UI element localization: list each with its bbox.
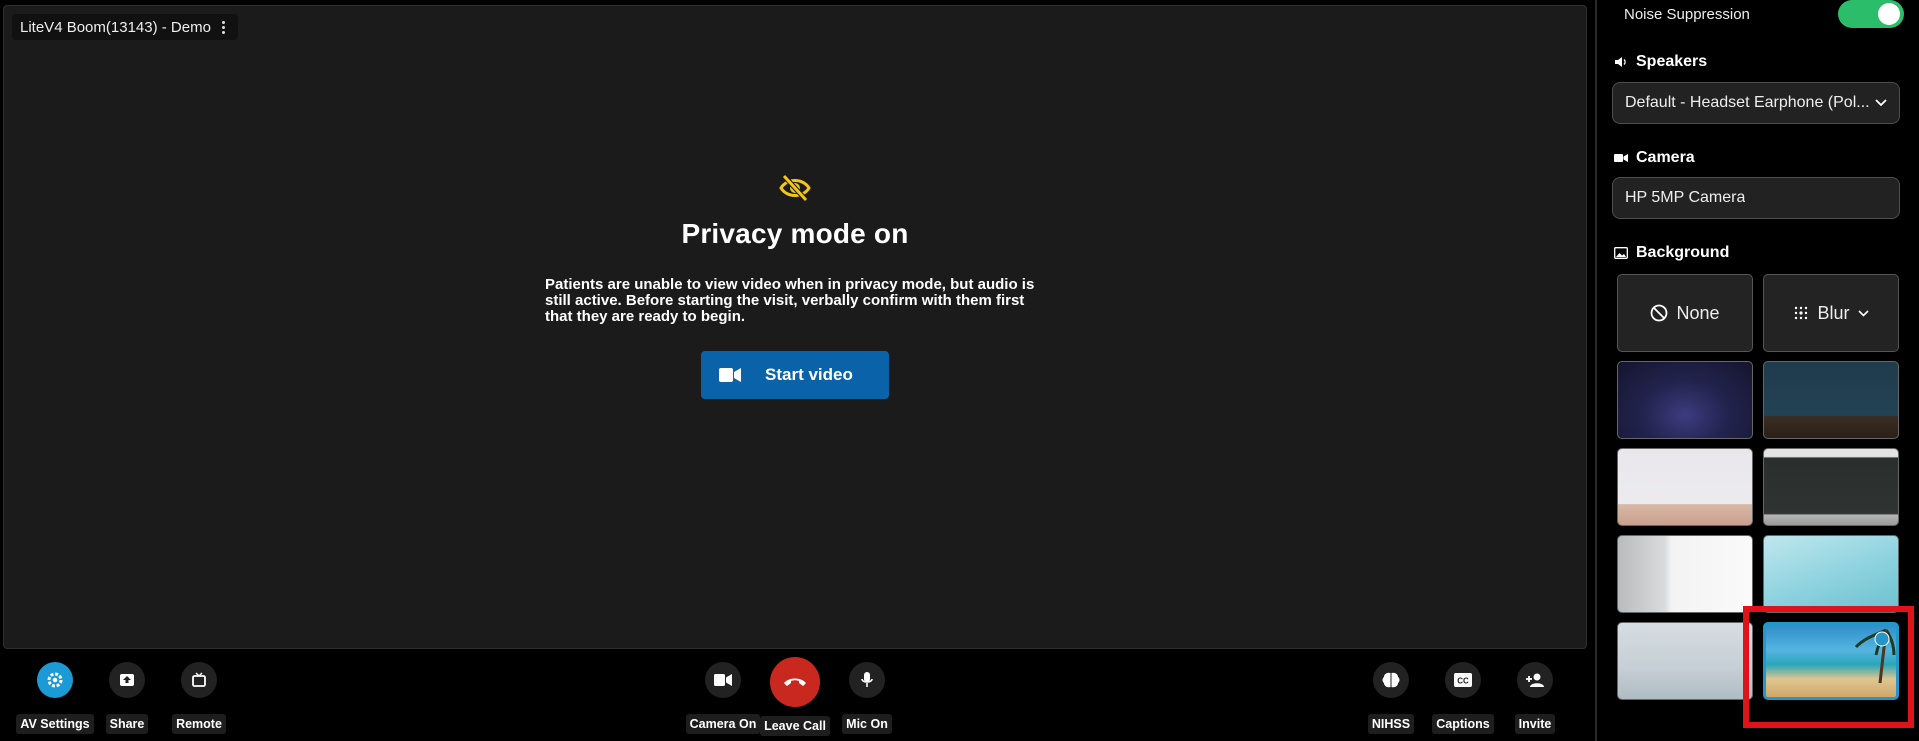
- start-video-button[interactable]: Start video: [701, 351, 889, 399]
- background-thumb-light-blue[interactable]: [1763, 535, 1899, 613]
- share-button[interactable]: [109, 662, 145, 698]
- background-thumb-grey[interactable]: [1617, 622, 1753, 700]
- closed-captions-icon: CC: [1454, 673, 1472, 687]
- blur-icon: [1795, 306, 1808, 320]
- selection-highlight-box: [1743, 606, 1914, 728]
- captions-button[interactable]: CC: [1445, 662, 1481, 698]
- prohibited-icon: [1651, 304, 1668, 322]
- background-blur-label: Blur: [1817, 302, 1850, 323]
- video-camera-icon: [714, 674, 732, 686]
- remote-button[interactable]: [181, 662, 217, 698]
- background-label: Background: [1636, 244, 1730, 261]
- background-thumb-purple[interactable]: [1617, 361, 1753, 439]
- remote-label: Remote: [172, 714, 226, 734]
- speakers-select[interactable]: Default - Headset Earphone (Pol...: [1612, 82, 1900, 124]
- background-heading: Background: [1614, 244, 1729, 262]
- svg-text:CC: CC: [1457, 677, 1469, 686]
- av-settings-button[interactable]: [37, 662, 73, 698]
- upload-icon: [120, 674, 134, 686]
- room-title: LiteV4 Boom(13143) - Demo: [20, 18, 211, 36]
- camera-section-label: Camera: [1636, 149, 1695, 166]
- speaker-icon: [1615, 57, 1626, 67]
- captions-label: Captions: [1432, 714, 1494, 734]
- chevron-down-icon: [1857, 309, 1869, 317]
- room-title-chip[interactable]: LiteV4 Boom(13143) - Demo: [12, 14, 238, 40]
- invite-tool[interactable]: Invite: [1490, 652, 1580, 734]
- camera-value: HP 5MP Camera: [1625, 189, 1746, 206]
- privacy-description: Patients are unable to view video when i…: [545, 276, 1035, 325]
- start-video-label: Start video: [765, 365, 853, 384]
- noise-suppression-label: Noise Suppression: [1624, 5, 1750, 23]
- privacy-notice: Privacy mode on Patients are unable to v…: [4, 174, 1586, 399]
- call-toolbar: AV Settings Share Remote Camera On Leave…: [0, 652, 1595, 741]
- hang-up-icon: [784, 678, 806, 686]
- speakers-label: Speakers: [1636, 53, 1708, 70]
- mic-label: Mic On: [842, 714, 892, 734]
- camera-toggle-button[interactable]: [705, 662, 741, 698]
- eye-off-icon: [779, 174, 811, 202]
- brain-icon: [1382, 672, 1400, 688]
- background-none-option[interactable]: None: [1617, 274, 1753, 352]
- microphone-icon: [861, 672, 873, 687]
- privacy-title: Privacy mode on: [681, 218, 909, 249]
- speakers-value: Default - Headset Earphone (Pol...: [1625, 94, 1870, 111]
- video-camera-icon: [719, 368, 741, 382]
- speakers-heading: Speakers: [1614, 53, 1707, 71]
- background-thumb-dark-wall[interactable]: [1763, 448, 1899, 526]
- share-label: Share: [105, 714, 149, 734]
- remote-icon: [192, 672, 206, 687]
- more-options-icon[interactable]: [219, 19, 228, 36]
- noise-suppression-row: Noise Suppression: [1624, 0, 1904, 28]
- add-person-icon: [1526, 673, 1544, 687]
- nihss-label: NIHSS: [1367, 714, 1415, 734]
- video-camera-icon: [1614, 154, 1628, 162]
- background-thumb-white-room[interactable]: [1617, 448, 1753, 526]
- background-thumb-teal-wall[interactable]: [1763, 361, 1899, 439]
- nihss-button[interactable]: [1373, 662, 1409, 698]
- leave-call-button[interactable]: [770, 657, 820, 707]
- noise-suppression-toggle[interactable]: [1838, 0, 1904, 28]
- background-thumb-office[interactable]: [1617, 535, 1753, 613]
- remote-tool[interactable]: Remote: [154, 652, 244, 734]
- leave-call-label: Leave Call: [760, 716, 830, 736]
- background-blur-option[interactable]: Blur: [1763, 274, 1899, 352]
- gear-icon: [47, 672, 63, 688]
- camera-heading: Camera: [1614, 149, 1695, 167]
- background-image-icon: [1614, 247, 1628, 259]
- chevron-down-icon: [1875, 99, 1887, 107]
- camera-select[interactable]: HP 5MP Camera: [1612, 177, 1900, 219]
- invite-button[interactable]: [1517, 662, 1553, 698]
- video-stage: LiteV4 Boom(13143) - Demo Privacy mode o…: [3, 5, 1587, 649]
- invite-label: Invite: [1514, 714, 1556, 734]
- mic-toggle-button[interactable]: [849, 662, 885, 698]
- mic-tool[interactable]: Mic On: [822, 652, 912, 734]
- background-none-label: None: [1676, 302, 1720, 323]
